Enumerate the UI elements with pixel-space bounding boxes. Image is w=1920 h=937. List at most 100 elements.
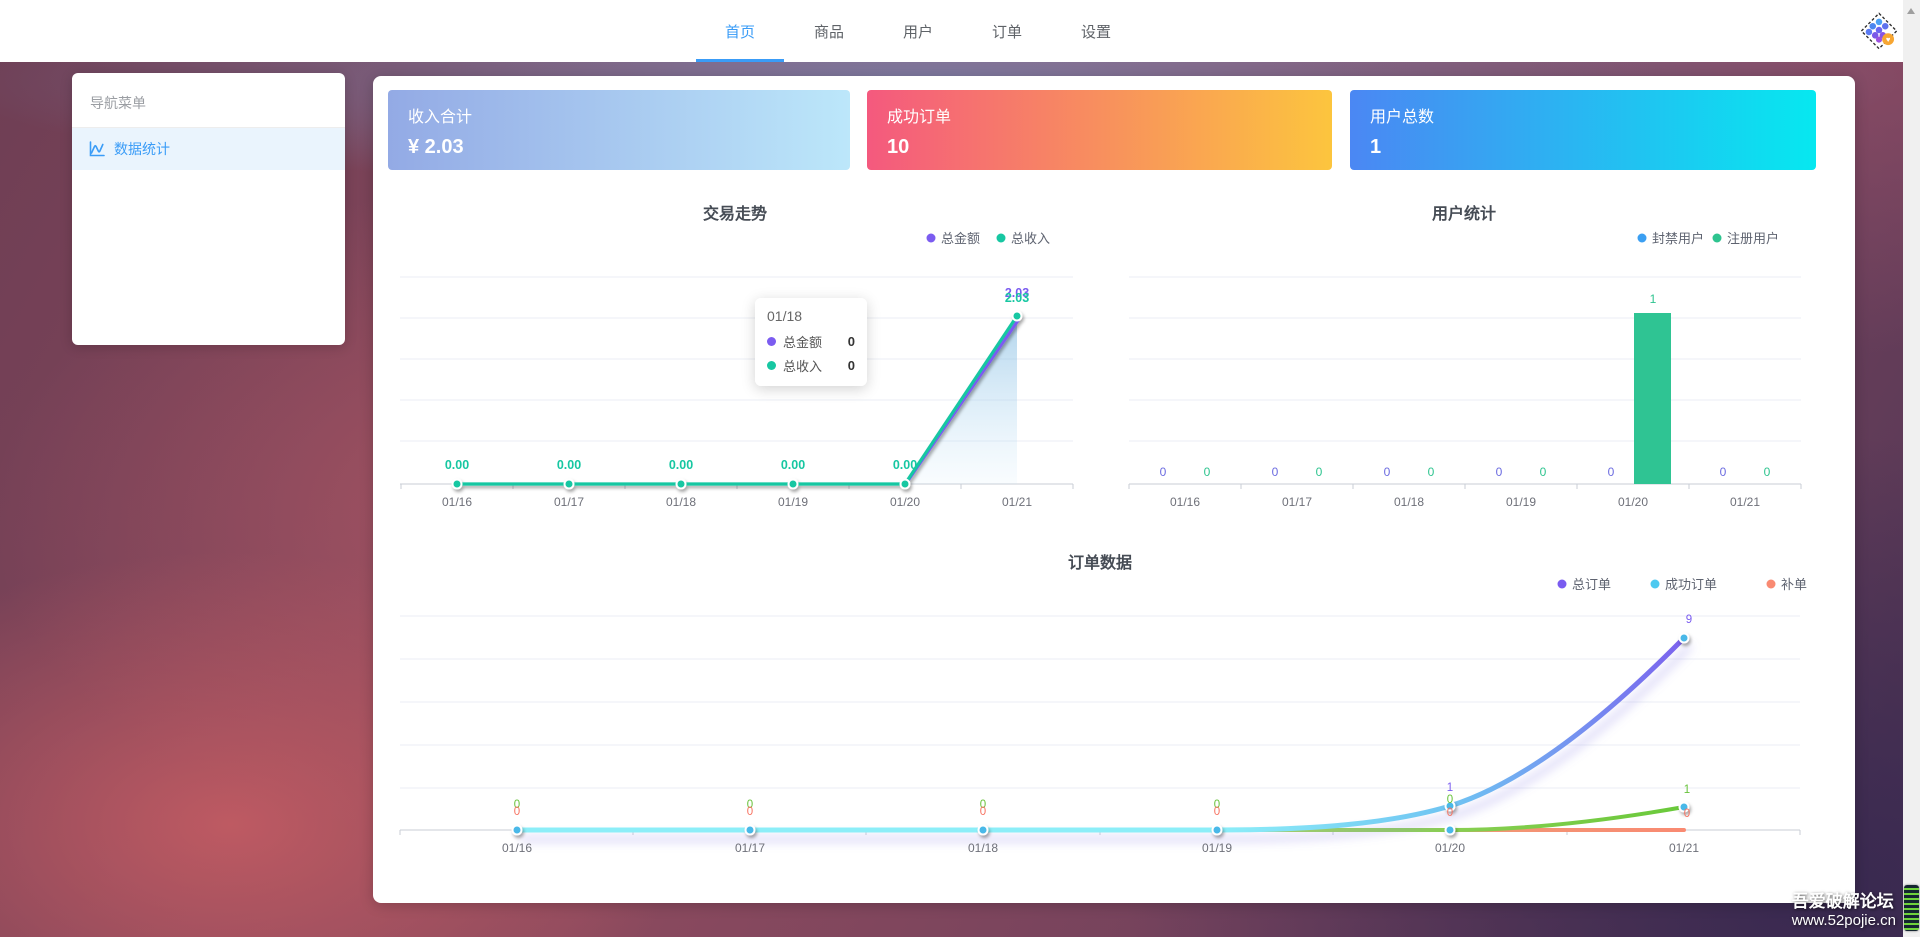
legend-repair-orders[interactable]: 补单 — [1781, 577, 1807, 592]
vertical-scrollbar[interactable] — [1903, 0, 1920, 937]
order-data-chart[interactable]: 订单数据 总订单 成功订单 补单 0 0 0 0 — [373, 545, 1855, 875]
svg-text:01/17: 01/17 — [735, 841, 765, 855]
svg-text:2.03: 2.03 — [1005, 291, 1029, 305]
tooltip-date: 01/18 — [767, 308, 855, 324]
svg-text:0: 0 — [1272, 465, 1279, 479]
svg-text:01/21: 01/21 — [1730, 495, 1760, 509]
svg-text:01/17: 01/17 — [554, 495, 584, 509]
tab-settings[interactable]: 设置 — [1080, 0, 1112, 62]
stat-card-success-orders: 成功订单 10 — [867, 90, 1332, 170]
svg-text:0: 0 — [1316, 465, 1323, 479]
chart-legend[interactable]: 总订单 成功订单 补单 — [1558, 577, 1808, 592]
svg-text:0: 0 — [1684, 808, 1690, 820]
svg-text:0: 0 — [1447, 807, 1453, 819]
tooltip-row: 总金额 0 — [767, 332, 855, 351]
tab-users[interactable]: 用户 — [902, 0, 934, 62]
svg-text:01/18: 01/18 — [968, 841, 998, 855]
chart-title: 订单数据 — [1068, 553, 1132, 572]
chart-grid — [1129, 277, 1801, 489]
chart-legend[interactable]: 总金额 总收入 — [927, 231, 1051, 246]
sidebar-item-data-statistics[interactable]: 数据统计 — [72, 128, 345, 170]
stat-card-income-title: 收入合计 — [408, 103, 830, 127]
top-navbar: 首页 商品 用户 订单 设置 ♥ — [0, 0, 1920, 62]
chart-legend[interactable]: 封禁用户 注册用户 — [1638, 231, 1780, 246]
chart-title: 用户统计 — [1432, 204, 1496, 223]
nav-tabs: 首页 商品 用户 订单 设置 — [724, 0, 1169, 62]
x-axis-labels: 01/16 01/17 01/18 01/19 01/20 01/21 — [502, 841, 1699, 855]
svg-text:♥: ♥ — [1886, 35, 1891, 44]
stat-card-total-users-value: 1 — [1370, 136, 1796, 159]
svg-text:0.00: 0.00 — [893, 458, 917, 472]
stat-card-total-users-title: 用户总数 — [1370, 103, 1796, 127]
legend-total-income[interactable]: 总收入 — [1011, 231, 1050, 246]
scroll-up-icon[interactable] — [1907, 8, 1915, 14]
svg-text:01/18: 01/18 — [1394, 495, 1424, 509]
svg-text:01/20: 01/20 — [1435, 841, 1465, 855]
user-stats-chart[interactable]: 用户统计 封禁用户 注册用户 0 0 0 0 0 0 0 0 0 1 0 0 0… — [1100, 185, 1840, 530]
legend-registered-users[interactable]: 注册用户 — [1727, 231, 1779, 246]
transaction-trend-chart[interactable]: 交易走势 总金额 总收入 0.00 0.00 0.00 0.00 0.00 2.… — [373, 185, 1090, 530]
svg-text:0: 0 — [1720, 465, 1727, 479]
tooltip-series-name: 总收入 — [783, 356, 822, 375]
tooltip-row: 总收入 0 — [767, 356, 855, 375]
svg-text:01/19: 01/19 — [778, 495, 808, 509]
svg-text:01/16: 01/16 — [1170, 495, 1200, 509]
legend-banned-users[interactable]: 封禁用户 — [1652, 231, 1704, 246]
svg-text:9: 9 — [1686, 614, 1692, 626]
sidebar-nav-card: 导航菜单 数据统计 — [72, 73, 345, 345]
stat-card-income: 收入合计 ¥ 2.03 — [388, 90, 850, 170]
watermark-forum-name: 吾爱破解论坛 — [1792, 891, 1896, 912]
svg-text:01/17: 01/17 — [1282, 495, 1312, 509]
svg-text:0: 0 — [1214, 806, 1220, 818]
svg-text:0: 0 — [980, 806, 986, 818]
svg-text:0: 0 — [514, 806, 520, 818]
svg-text:01/16: 01/16 — [502, 841, 532, 855]
tab-users-label: 用户 — [903, 21, 933, 42]
svg-text:0: 0 — [1428, 465, 1435, 479]
sidebar-title: 导航菜单 — [72, 73, 345, 128]
svg-text:01/20: 01/20 — [1618, 495, 1648, 509]
stat-card-success-orders-value: 10 — [887, 136, 1312, 159]
svg-text:0: 0 — [1496, 465, 1503, 479]
line-chart-icon — [88, 140, 106, 158]
svg-text:0.00: 0.00 — [557, 458, 581, 472]
series-dot-icon — [767, 361, 776, 370]
svg-text:0: 0 — [1540, 465, 1547, 479]
svg-text:0: 0 — [1764, 465, 1771, 479]
svg-text:0.00: 0.00 — [669, 458, 693, 472]
watermark: 吾爱破解论坛 www.52pojie.cn — [1792, 891, 1896, 931]
tooltip-series-name: 总金额 — [783, 332, 822, 351]
watermark-stripe-icon — [1904, 885, 1919, 931]
tooltip-series-value: 0 — [848, 358, 855, 373]
svg-text:01/16: 01/16 — [442, 495, 472, 509]
tab-orders[interactable]: 订单 — [991, 0, 1023, 62]
svg-text:01/21: 01/21 — [1669, 841, 1699, 855]
svg-text:1: 1 — [1684, 784, 1690, 796]
tab-products[interactable]: 商品 — [813, 0, 845, 62]
x-axis-labels: 01/16 01/17 01/18 01/19 01/20 01/21 — [442, 495, 1032, 509]
chart-title: 交易走势 — [703, 204, 767, 223]
tab-orders-label: 订单 — [992, 21, 1022, 42]
stat-card-total-users: 用户总数 1 — [1350, 90, 1816, 170]
tab-home[interactable]: 首页 — [724, 0, 756, 62]
bar-registered-users[interactable] — [1634, 313, 1671, 484]
svg-text:0: 0 — [1160, 465, 1167, 479]
series-dot-icon — [767, 337, 776, 346]
chart-tooltip: 01/18 总金额 0 总收入 0 — [755, 298, 867, 386]
svg-text:0: 0 — [1204, 465, 1211, 479]
chart-points — [513, 634, 1689, 835]
tab-products-label: 商品 — [814, 21, 844, 42]
svg-text:01/20: 01/20 — [890, 495, 920, 509]
svg-text:0: 0 — [1608, 465, 1615, 479]
tab-settings-label: 设置 — [1081, 21, 1111, 42]
legend-total-orders[interactable]: 总订单 — [1572, 577, 1611, 592]
legend-total-amount[interactable]: 总金额 — [941, 231, 980, 246]
svg-text:0.00: 0.00 — [445, 458, 469, 472]
legend-success-orders[interactable]: 成功订单 — [1665, 577, 1717, 592]
svg-text:0: 0 — [747, 806, 753, 818]
svg-text:01/18: 01/18 — [666, 495, 696, 509]
sidebar-item-label: 数据统计 — [114, 139, 170, 159]
svg-text:0: 0 — [1384, 465, 1391, 479]
tab-home-label: 首页 — [725, 21, 755, 42]
svg-text:01/21: 01/21 — [1002, 495, 1032, 509]
